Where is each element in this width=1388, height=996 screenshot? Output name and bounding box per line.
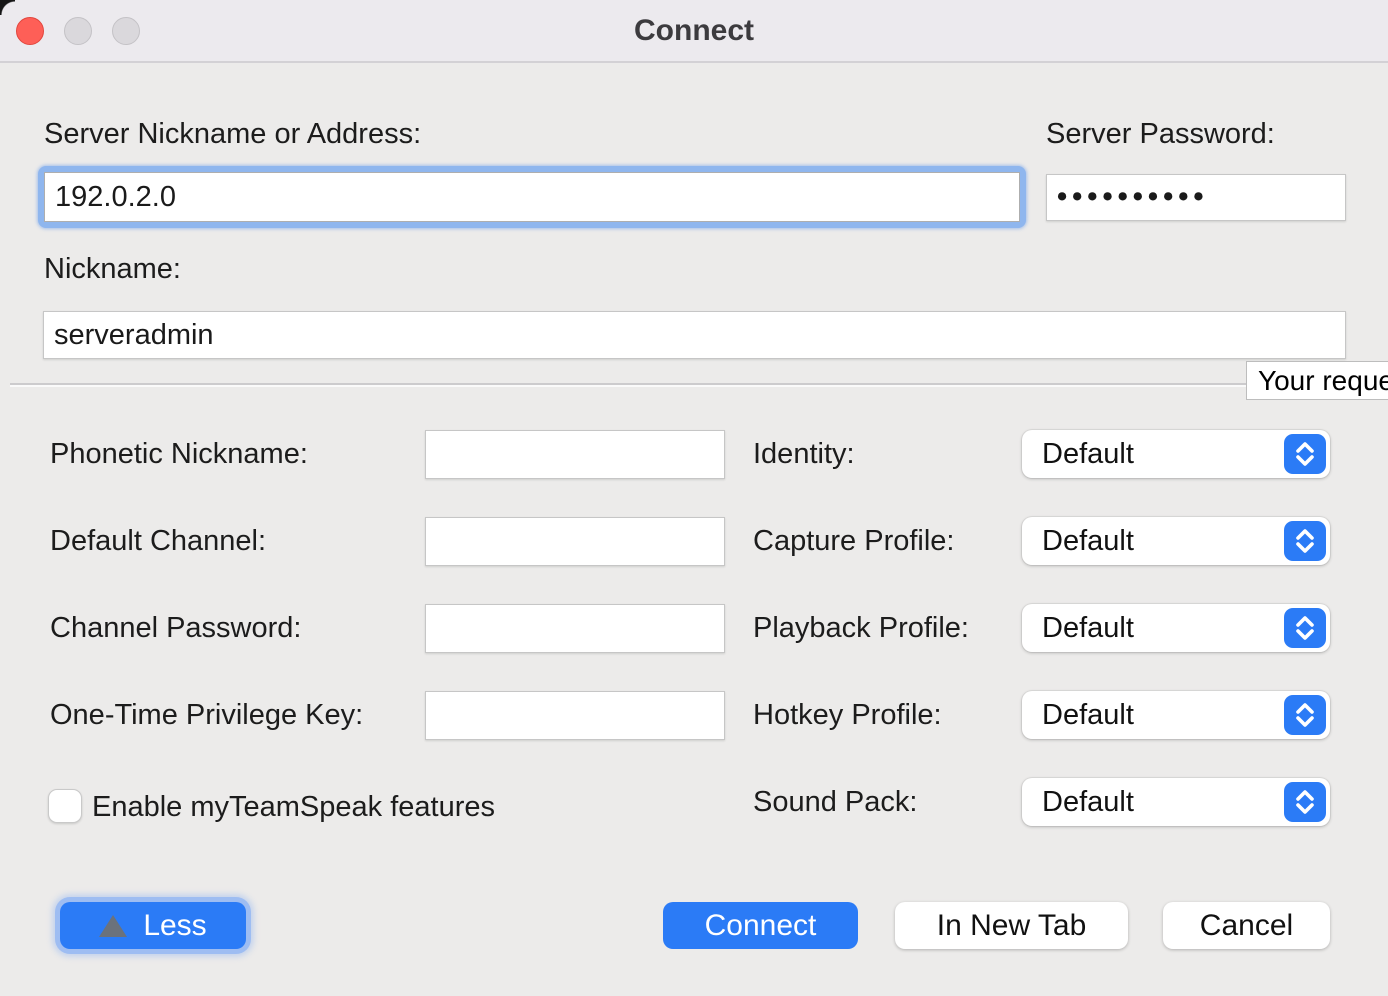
- server-address-input[interactable]: [44, 172, 1020, 222]
- zoom-button: [112, 17, 140, 45]
- server-password-input[interactable]: [1046, 174, 1346, 221]
- playback-profile-label: Playback Profile:: [753, 604, 969, 652]
- connect-button[interactable]: Connect: [663, 902, 858, 949]
- section-divider: [10, 383, 1388, 387]
- window-title: Connect: [0, 0, 1388, 62]
- capture-profile-dropdown[interactable]: Default: [1022, 517, 1330, 565]
- identity-dropdown-value: Default: [1042, 430, 1134, 478]
- connect-dialog: Connect Server Nickname or Address: Serv…: [0, 0, 1388, 996]
- cancel-button-label: Cancel: [1200, 909, 1293, 943]
- hotkey-profile-dropdown[interactable]: Default: [1022, 691, 1330, 739]
- cancel-button[interactable]: Cancel: [1163, 902, 1330, 949]
- less-button[interactable]: Less: [60, 902, 246, 949]
- updown-chevron-icon: [1284, 782, 1326, 822]
- default-channel-label: Default Channel:: [50, 517, 266, 565]
- sound-pack-label: Sound Pack:: [753, 778, 917, 826]
- less-button-label: Less: [143, 909, 206, 943]
- server-address-focus-ring: [38, 166, 1026, 228]
- tooltip: Your reque: [1246, 361, 1388, 400]
- phonetic-nickname-label: Phonetic Nickname:: [50, 430, 308, 478]
- enable-myteamspeak-checkbox[interactable]: [48, 789, 82, 823]
- in-new-tab-button[interactable]: In New Tab: [895, 902, 1128, 949]
- privilege-key-label: One-Time Privilege Key:: [50, 691, 363, 739]
- sound-pack-dropdown[interactable]: Default: [1022, 778, 1330, 826]
- hotkey-profile-label: Hotkey Profile:: [753, 691, 942, 739]
- collapse-triangle-icon: [99, 915, 127, 937]
- updown-chevron-icon: [1284, 695, 1326, 735]
- phonetic-nickname-input[interactable]: [425, 430, 725, 479]
- nickname-label: Nickname:: [44, 253, 181, 286]
- close-button[interactable]: [16, 17, 44, 45]
- window-corner-notch: [0, 0, 15, 15]
- default-channel-input[interactable]: [425, 517, 725, 566]
- server-address-label: Server Nickname or Address:: [44, 118, 421, 151]
- nickname-input[interactable]: [43, 311, 1346, 359]
- playback-profile-dropdown[interactable]: Default: [1022, 604, 1330, 652]
- playback-profile-dropdown-value: Default: [1042, 604, 1134, 652]
- identity-label: Identity:: [753, 430, 855, 478]
- updown-chevron-icon: [1284, 608, 1326, 648]
- connect-button-label: Connect: [705, 909, 817, 943]
- capture-profile-label: Capture Profile:: [753, 517, 955, 565]
- updown-chevron-icon: [1284, 521, 1326, 561]
- enable-myteamspeak-label: Enable myTeamSpeak features: [92, 789, 495, 825]
- privilege-key-input[interactable]: [425, 691, 725, 740]
- in-new-tab-button-label: In New Tab: [937, 909, 1087, 943]
- sound-pack-dropdown-value: Default: [1042, 778, 1134, 826]
- server-password-label: Server Password:: [1046, 118, 1275, 151]
- updown-chevron-icon: [1284, 434, 1326, 474]
- minimize-button: [64, 17, 92, 45]
- channel-password-input[interactable]: [425, 604, 725, 653]
- capture-profile-dropdown-value: Default: [1042, 517, 1134, 565]
- title-bar: Connect: [0, 0, 1388, 63]
- identity-dropdown[interactable]: Default: [1022, 430, 1330, 478]
- channel-password-label: Channel Password:: [50, 604, 301, 652]
- hotkey-profile-dropdown-value: Default: [1042, 691, 1134, 739]
